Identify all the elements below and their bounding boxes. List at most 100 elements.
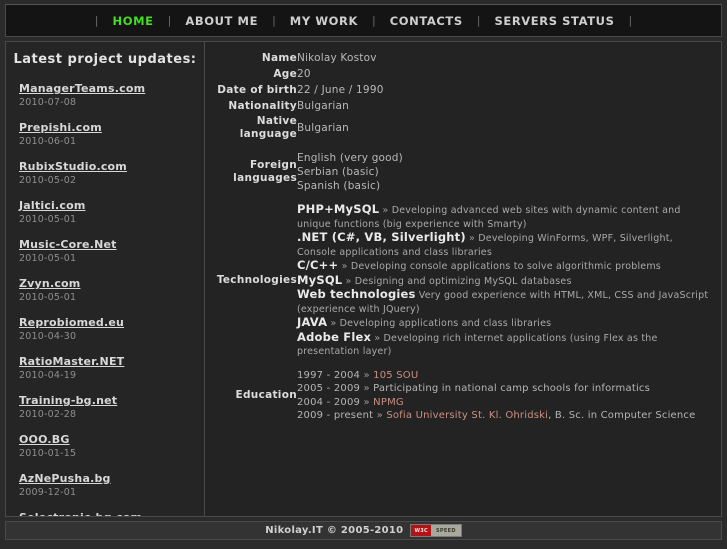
education-arrow: » (360, 369, 374, 381)
badge-right-label: SPEED (431, 525, 461, 536)
project-link[interactable]: Music-Core.Net (19, 238, 117, 251)
page-body: Latest project updates: ManagerTeams.com… (5, 41, 722, 517)
education-description: , B. Sc. in Computer Science (548, 410, 696, 421)
project-link[interactable]: Reprobiomed.eu (19, 316, 124, 329)
main-content: Name Nikolay Kostov Age 20 Date of birth… (205, 42, 721, 516)
footer-copyright: Nikolay.IT © 2005-2010 (265, 525, 404, 536)
label-foreign-languages: Foreign languages (209, 150, 297, 194)
education-period: 2004 - 2009 (297, 396, 361, 408)
main-navigation: | HOME | ABOUT ME | MY WORK | CONTACTS | SERVERS … (5, 4, 722, 37)
label-native-language: Native language (239, 115, 297, 140)
table-row: Date of birth 22 / June / 1990 (209, 82, 715, 98)
project-date: 2010-05-02 (19, 175, 77, 186)
project-date: 2010-05-01 (19, 292, 77, 303)
project-link[interactable]: ManagerTeams.com (19, 82, 145, 95)
project-link[interactable]: AzNePusha.bg (19, 472, 111, 485)
list-item: Zvyn.com 2010-05-01 (19, 272, 204, 303)
education-arrow: » (360, 396, 374, 408)
technology-name: Adobe Flex (297, 329, 372, 344)
label-nationality: Nationality (228, 99, 297, 112)
nav-item-about-me[interactable]: ABOUT ME (172, 12, 271, 30)
row-spacer (209, 142, 715, 150)
list-item: AzNePusha.bg 2009-12-01 (19, 467, 204, 498)
value-native-language: Bulgarian (297, 122, 349, 134)
technology-name: MySQL (297, 272, 343, 287)
label-foreign-languages-line2: languages (233, 172, 297, 184)
list-item: Reprobiomed.eu 2010-04-30 (19, 311, 204, 342)
footer-counter-badge[interactable]: W3C SPEED (410, 524, 462, 537)
education-arrow: » (373, 410, 387, 421)
technology-description: Developing applications and class librar… (339, 318, 552, 329)
list-item: Jaltici.com 2010-05-01 (19, 194, 204, 225)
list-item: ManagerTeams.com 2010-07-08 (19, 77, 204, 108)
list-item: RatioMaster.NET 2010-04-19 (19, 350, 204, 381)
project-link[interactable]: Jaltici.com (19, 199, 86, 212)
cv-table: Name Nikolay Kostov Age 20 Date of birth… (209, 50, 715, 424)
education-item: 2004 - 2009 » NPMG (297, 396, 715, 410)
project-link[interactable]: Zvyn.com (19, 277, 80, 290)
list-item: OOO.BG 2010-01-15 (19, 428, 204, 459)
project-link[interactable]: RatioMaster.NET (19, 355, 124, 368)
label-technologies: Technologies (216, 274, 297, 287)
education-period: 1997 - 2004 (297, 369, 361, 381)
nav-item-servers-status[interactable]: SERVERS STATUS (481, 12, 627, 30)
sidebar-latest-projects: Latest project updates: ManagerTeams.com… (6, 42, 205, 516)
technology-item: Web technologies Very good experience wi… (297, 287, 715, 316)
value-education: 1997 - 2004 » 105 SOU 2005 - 2009 » Parti… (297, 368, 715, 424)
list-item: Music-Core.Net 2010-05-01 (19, 233, 204, 264)
education-item: 2009 - present » Sofia University St. Kl… (297, 409, 715, 423)
technology-name: C/C++ (297, 258, 339, 272)
project-link[interactable]: Selectronic-bg.com (19, 511, 142, 516)
list-item: Prepishi.com 2010-06-01 (19, 116, 204, 147)
education-period: 2005 - 2009 (297, 383, 361, 394)
project-date: 2010-05-01 (19, 214, 77, 225)
page-footer: Nikolay.IT © 2005-2010 W3C SPEED (5, 521, 722, 540)
table-row: Age 20 (209, 66, 715, 82)
nav-item-home[interactable]: HOME (100, 12, 167, 30)
technology-arrow: » (342, 275, 355, 287)
badge-left-label: W3C (411, 525, 432, 536)
education-period: 2009 - present (297, 410, 374, 421)
project-date: 2010-04-30 (19, 331, 77, 342)
technology-item: Adobe Flex » Developing rich internet ap… (297, 329, 715, 359)
education-item: 2005 - 2009 » Participating in national … (297, 382, 715, 396)
sidebar-title: Latest project updates: (13, 52, 197, 67)
education-link[interactable]: NPMG (373, 397, 404, 408)
project-date: 2009-12-01 (19, 487, 77, 498)
project-date: 2010-05-01 (19, 253, 77, 264)
project-link[interactable]: Training-bg.net (19, 394, 117, 407)
foreign-language-item: English (very good) (297, 152, 403, 164)
value-foreign-languages: English (very good) Serbian (basic) Spanis… (297, 150, 715, 194)
list-item: RubixStudio.com 2010-05-02 (19, 155, 204, 186)
foreign-language-item: Spanish (basic) (297, 180, 381, 192)
education-link[interactable]: Sofia University St. Kl. Ohridski (386, 410, 548, 421)
education-link[interactable]: 105 SOU (373, 370, 418, 381)
foreign-language-item: Serbian (basic) (297, 166, 379, 178)
technology-item: JAVA » Developing applications and class… (297, 315, 715, 331)
project-date: 2010-01-15 (19, 448, 77, 459)
value-name: Nikolay Kostov (297, 52, 377, 64)
project-link[interactable]: RubixStudio.com (19, 160, 127, 173)
label-age: Age (273, 67, 297, 80)
project-link[interactable]: Prepishi.com (19, 121, 102, 134)
technology-item: MySQL » Designing and optimizing MySQL d… (297, 272, 715, 289)
value-nationality: Bulgarian (297, 100, 349, 112)
project-link[interactable]: OOO.BG (19, 433, 70, 446)
technology-arrow: » (327, 318, 340, 329)
list-item: Selectronic-bg.com2009-08-01 (19, 506, 204, 516)
nav-item-contacts[interactable]: CONTACTS (377, 12, 476, 30)
label-date-of-birth: Date of birth (217, 83, 297, 96)
technology-item: .NET (C#, VB, Silverlight) » Developing … (297, 230, 715, 259)
technology-item: C/C++ » Developing console applications … (297, 258, 715, 274)
technology-name: .NET (C#, VB, Silverlight) (297, 230, 466, 244)
nav-item-my-work[interactable]: MY WORK (277, 12, 371, 30)
value-age: 20 (297, 68, 311, 80)
table-row: Native language Bulgarian (209, 114, 715, 142)
technology-arrow: » (379, 205, 392, 216)
technology-name: Web technologies (297, 287, 416, 301)
project-date: 2010-02-28 (19, 409, 77, 420)
table-row: Technologies PHP+MySQL » Developing adva… (209, 202, 715, 360)
table-row: Education 1997 - 2004 » 105 SOU 2005 - 20… (209, 368, 715, 424)
nav-separator: | (628, 14, 633, 27)
technology-description: Developing console applications to solve… (350, 261, 661, 272)
